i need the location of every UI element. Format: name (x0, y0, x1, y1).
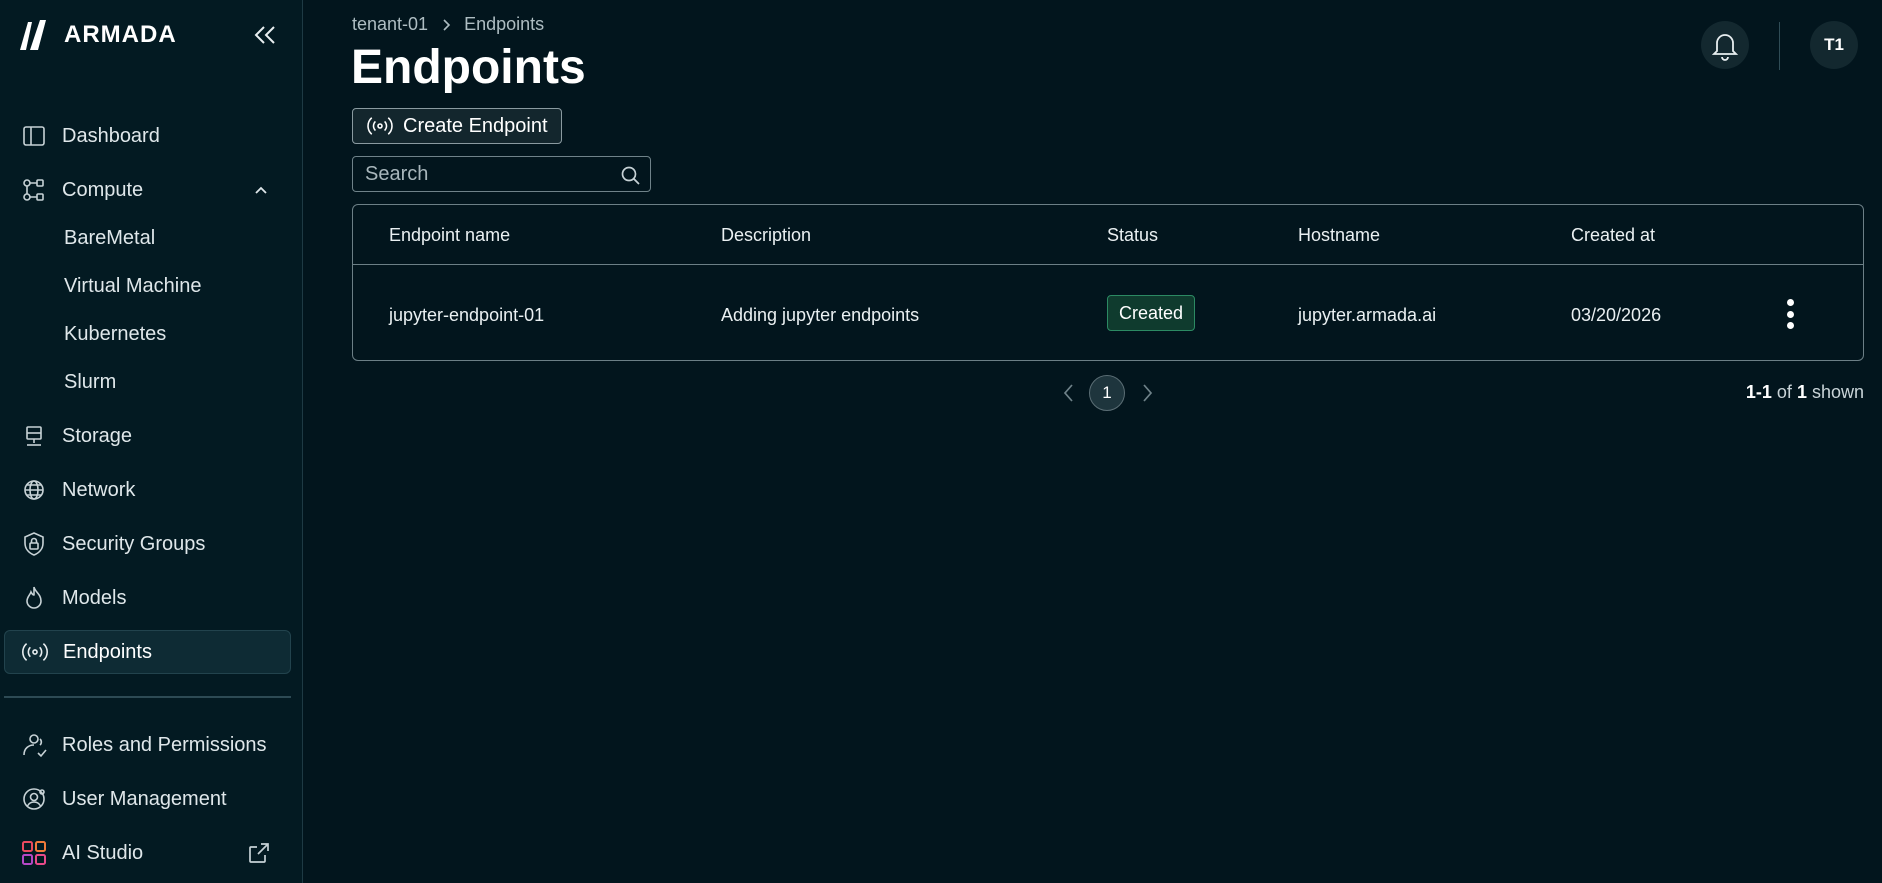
sidebar-item-user-management[interactable]: User Management (4, 777, 291, 821)
dashboard-icon (20, 122, 48, 150)
cell-description: Adding jupyter endpoints (721, 305, 920, 325)
chevron-right-icon (443, 18, 451, 31)
flame-icon (20, 584, 48, 612)
pagination-shown: shown (1811, 382, 1864, 402)
broadcast-icon (21, 638, 49, 666)
pagination-total: 1 (1796, 382, 1807, 402)
sidebar-item-network[interactable]: Network (4, 468, 291, 512)
brand-name: ARMADA (64, 21, 177, 48)
pagination-page-1[interactable]: 1 (1089, 375, 1125, 411)
cell-hostname: jupyter.armada.ai (1298, 305, 1437, 325)
pagination-summary: 1-1 of 1 shown (1746, 382, 1864, 403)
sidebar-item-roles-permissions[interactable]: Roles and Permissions (4, 723, 291, 767)
globe-icon (20, 476, 48, 504)
compute-icon (20, 176, 48, 204)
search-icon[interactable] (620, 165, 640, 185)
sidebar-item-label: AI Studio (62, 841, 144, 864)
search-input[interactable] (353, 157, 650, 191)
sidebar-divider (4, 696, 291, 698)
breadcrumb-tenant[interactable]: tenant-01 (352, 14, 428, 35)
notifications-button[interactable] (1701, 21, 1749, 69)
sidebar-item-endpoints[interactable]: Endpoints (4, 630, 291, 674)
breadcrumb-current: Endpoints (464, 14, 545, 34)
endpoints-table: Endpoint name Description Status Hostnam… (352, 204, 1864, 361)
sidebar-item-security-groups[interactable]: Security Groups (4, 522, 291, 566)
sidebar-item-compute[interactable]: Compute (4, 168, 291, 212)
sidebar-item-label: Network (62, 478, 136, 501)
page-title: Endpoints (351, 41, 586, 94)
column-header-created-at[interactable]: Created at (1571, 225, 1655, 246)
pagination-range: 1-1 (1745, 382, 1772, 402)
sidebar: ARMADA Dashboard Compute BareMetal Virtu… (0, 0, 303, 883)
avatar[interactable]: T1 (1810, 21, 1858, 69)
bell-icon (1711, 34, 1739, 61)
external-link-icon (249, 843, 269, 863)
sidebar-subitem-slurm[interactable]: Slurm (64, 364, 116, 400)
create-endpoint-label: Create Endpoint (403, 114, 548, 137)
sidebar-subitem-virtual-machine[interactable]: Virtual Machine (64, 268, 201, 304)
search-box (352, 156, 651, 192)
shield-lock-icon (20, 530, 48, 558)
chevron-right-icon[interactable] (1138, 382, 1156, 404)
breadcrumb: tenant-01 Endpoints (352, 14, 544, 35)
sidebar-item-storage[interactable]: Storage (4, 414, 291, 458)
sidebar-item-label: User Management (62, 787, 227, 810)
column-header-hostname[interactable]: Hostname (1298, 225, 1380, 246)
sidebar-item-dashboard[interactable]: Dashboard (4, 114, 291, 158)
broadcast-icon (367, 117, 393, 135)
sidebar-item-models[interactable]: Models (4, 576, 291, 620)
sidebar-item-label: Storage (62, 424, 133, 447)
sidebar-item-ai-studio[interactable]: AI Studio (4, 831, 291, 875)
sidebar-item-label: Roles and Permissions (62, 733, 267, 756)
column-header-endpoint-name[interactable]: Endpoint name (389, 225, 510, 246)
armada-logo-icon (20, 20, 46, 50)
grid-apps-icon (20, 839, 48, 867)
column-header-description[interactable]: Description (721, 225, 811, 246)
sidebar-item-label: Endpoints (63, 640, 152, 663)
chevron-left-icon[interactable] (1060, 382, 1078, 404)
cell-created-at: 03/20/2026 (1571, 305, 1662, 325)
sidebar-subitem-kubernetes[interactable]: Kubernetes (64, 316, 166, 352)
column-header-status[interactable]: Status (1107, 225, 1158, 246)
storage-icon (20, 422, 48, 450)
users-check-icon (20, 731, 48, 759)
user-gear-icon (20, 785, 48, 813)
cell-endpoint-name[interactable]: jupyter-endpoint-01 (389, 305, 544, 326)
sidebar-item-label: Models (62, 586, 127, 609)
table-header: Endpoint name Description Status Hostnam… (353, 205, 1863, 265)
sidebar-item-label: Security Groups (62, 532, 206, 555)
chevron-up-icon (255, 186, 267, 194)
header-divider (1779, 22, 1780, 70)
sidebar-item-label: Dashboard (62, 124, 160, 147)
status-badge: Created (1107, 295, 1195, 331)
brand-logo[interactable]: ARMADA (18, 18, 177, 52)
create-endpoint-button[interactable]: Create Endpoint (352, 108, 562, 144)
sidebar-subitem-baremetal[interactable]: BareMetal (64, 220, 155, 256)
pagination-of: of (1776, 382, 1792, 402)
row-actions-menu-icon[interactable] (1785, 299, 1795, 329)
sidebar-item-label: Compute (62, 178, 144, 201)
collapse-sidebar-icon[interactable] (252, 22, 278, 48)
